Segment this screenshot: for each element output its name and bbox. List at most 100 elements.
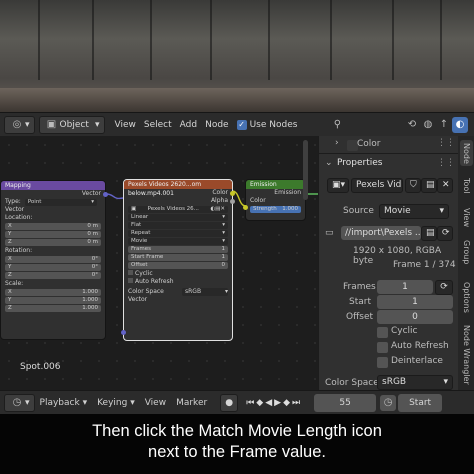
location-x-field[interactable]: X 0 m	[5, 223, 101, 230]
folder-icon[interactable]: ▤	[421, 178, 437, 193]
extension-dropdown[interactable]: Repeat ▾	[128, 230, 228, 237]
color-panel-label[interactable]: Color	[357, 139, 381, 149]
filepath-field[interactable]: //import\Pexels ...	[341, 226, 421, 240]
menu-add[interactable]: Add	[176, 116, 201, 134]
alpha-output-socket[interactable]	[230, 199, 235, 204]
editor-scrollbar[interactable]	[303, 140, 308, 200]
emission-node-header[interactable]: Emission	[246, 180, 305, 189]
timeline-editor-type-button[interactable]: ◷ ▾	[4, 393, 35, 412]
current-frame-field[interactable]: 55	[314, 393, 377, 412]
chevron-down-icon[interactable]: ⌄	[325, 158, 333, 168]
tab-node-wrangler[interactable]: Node Wrangler	[460, 324, 473, 386]
shader-type-dropdown[interactable]: ▣ Object ▾	[38, 115, 105, 134]
tab-tool[interactable]: Tool	[460, 174, 473, 198]
scale-x-field[interactable]: X 1.000	[5, 289, 101, 296]
pin-icon[interactable]: ⚲	[329, 117, 345, 133]
menu-keying[interactable]: Keying ▾	[92, 398, 140, 408]
offset-field[interactable]: Offset 0	[128, 262, 228, 269]
image-name-field[interactable]: Pexels Vid...	[351, 178, 403, 193]
start-frame-field[interactable]: Start	[398, 393, 443, 412]
source-dropdown[interactable]: Movie ▾	[379, 204, 449, 219]
folder-icon[interactable]: ▤	[421, 226, 437, 241]
drag-handle-icon[interactable]: ⋮⋮	[437, 158, 455, 168]
color-space-dropdown[interactable]: sRGB ▾	[182, 288, 228, 296]
location-y-field[interactable]: Y 0 m	[5, 231, 101, 238]
location-z-field[interactable]: Z 0 m	[5, 239, 101, 246]
strength-field[interactable]: Strength 1.000	[250, 206, 301, 213]
close-icon[interactable]: ✕	[437, 178, 453, 193]
cyclic-checkbox[interactable]: Cyclic	[124, 270, 232, 278]
clock-icon[interactable]: ◷	[380, 394, 397, 411]
chevron-right-icon[interactable]: ›	[335, 138, 339, 148]
tab-group[interactable]: Group	[460, 236, 473, 268]
image-file-selector[interactable]: ▣ Pexels Videos 26... ◐▤✕	[128, 206, 228, 213]
match-movie-length-icon[interactable]: ⟳	[435, 280, 453, 295]
interpolation-value: Linear	[131, 214, 149, 220]
snap-icon[interactable]: ⟲	[404, 117, 420, 133]
image-browse-button[interactable]: ▣▾	[327, 178, 349, 193]
3d-viewport[interactable]	[0, 0, 474, 112]
scale-y-field[interactable]: Y 1.000	[5, 297, 101, 304]
play-reverse-icon[interactable]: ◀	[265, 398, 272, 408]
color-input-socket[interactable]	[243, 205, 248, 210]
use-nodes-toggle[interactable]: ✓ Use Nodes	[233, 116, 302, 134]
file-icons: ◐▤✕	[210, 206, 225, 212]
interpolation-dropdown[interactable]: Linear ▾	[128, 214, 228, 221]
properties-panel-label[interactable]: Properties	[337, 158, 382, 168]
fake-user-icon[interactable]: ⛉	[405, 178, 421, 193]
image-texture-node[interactable]: Pexels Videos 2620...om below.mp4.001 Co…	[121, 179, 235, 341]
deinterlace-checkbox[interactable]	[377, 357, 388, 368]
jump-end-icon[interactable]: ⏭	[292, 398, 300, 408]
rotation-z-field[interactable]: Z 0°	[5, 272, 101, 279]
rotation-x-field[interactable]: X 0°	[5, 256, 101, 263]
vector-output-socket[interactable]	[103, 192, 108, 197]
vector-input-socket[interactable]	[121, 330, 126, 335]
tab-view[interactable]: View	[460, 204, 473, 230]
offset-field[interactable]: 0	[377, 310, 453, 324]
overlay-icon[interactable]: ◍	[420, 117, 436, 133]
menu-marker[interactable]: Marker	[171, 398, 212, 408]
auto-refresh-checkbox[interactable]	[377, 342, 388, 353]
tab-options[interactable]: Options	[460, 276, 473, 318]
menu-playback[interactable]: Playback ▾	[35, 398, 93, 408]
axis-label: Z	[8, 272, 12, 278]
start-field[interactable]: 1	[377, 295, 453, 309]
mapping-node-header[interactable]: Mapping	[1, 181, 105, 190]
projection-dropdown[interactable]: Flat ▾	[128, 222, 228, 229]
emission-node[interactable]: Emission Emission Color Strength 1.000	[243, 179, 308, 221]
node-editor-canvas[interactable]: Mapping Vector Type: Point ▾ Vector Locati…	[0, 136, 318, 390]
mapping-node[interactable]: Mapping Vector Type: Point ▾ Vector Locati…	[0, 180, 108, 340]
cyclic-checkbox[interactable]	[377, 327, 388, 338]
source-dropdown[interactable]: Movie ▾	[128, 238, 228, 245]
axis-label: Z	[8, 305, 12, 311]
editor-type-button[interactable]: ◎ ▾	[4, 115, 35, 134]
parent-node-icon[interactable]: ↑	[436, 117, 452, 133]
drag-handle-icon[interactable]: ⋮⋮	[437, 138, 455, 148]
offset-label: Offset	[346, 312, 374, 322]
color-output-socket[interactable]	[230, 191, 235, 196]
start-frame-field[interactable]: Start Frame 1	[128, 254, 228, 261]
frames-field[interactable]: 1	[377, 280, 433, 294]
tab-node[interactable]: Node	[460, 140, 473, 166]
color-space-dropdown[interactable]: sRGB ▾	[377, 375, 453, 390]
image-node-header[interactable]: Pexels Videos 2620...om below.mp4.001	[124, 180, 232, 197]
next-keyframe-icon[interactable]: ◆	[283, 398, 290, 408]
play-icon[interactable]: ▶	[274, 398, 281, 408]
sidebar-toggle-icon[interactable]: ◐	[452, 116, 468, 133]
scale-z-field[interactable]: Z 1.000	[5, 305, 101, 312]
playback-controls: ⏮ ◆ ◀ ▶ ◆ ⏭	[242, 394, 304, 412]
type-dropdown[interactable]: Point ▾	[24, 198, 97, 206]
auto-refresh-checkbox[interactable]: Auto Refresh	[124, 278, 232, 286]
record-icon[interactable]: ●	[220, 393, 239, 412]
menu-view[interactable]: View	[140, 398, 171, 408]
prev-keyframe-icon[interactable]: ◆	[256, 398, 263, 408]
rotation-y-field[interactable]: Y 0°	[5, 264, 101, 271]
menu-view[interactable]: View	[111, 116, 140, 134]
frames-field[interactable]: Frames 1	[128, 246, 228, 253]
menu-node[interactable]: Node	[201, 116, 233, 134]
deinterlace-label: Deinterlace	[391, 356, 443, 366]
jump-start-icon[interactable]: ⏮	[246, 398, 254, 408]
menu-select[interactable]: Select	[140, 116, 176, 134]
chevron-down-icon: ▾	[95, 119, 100, 130]
reload-icon[interactable]: ⟳	[437, 226, 453, 241]
